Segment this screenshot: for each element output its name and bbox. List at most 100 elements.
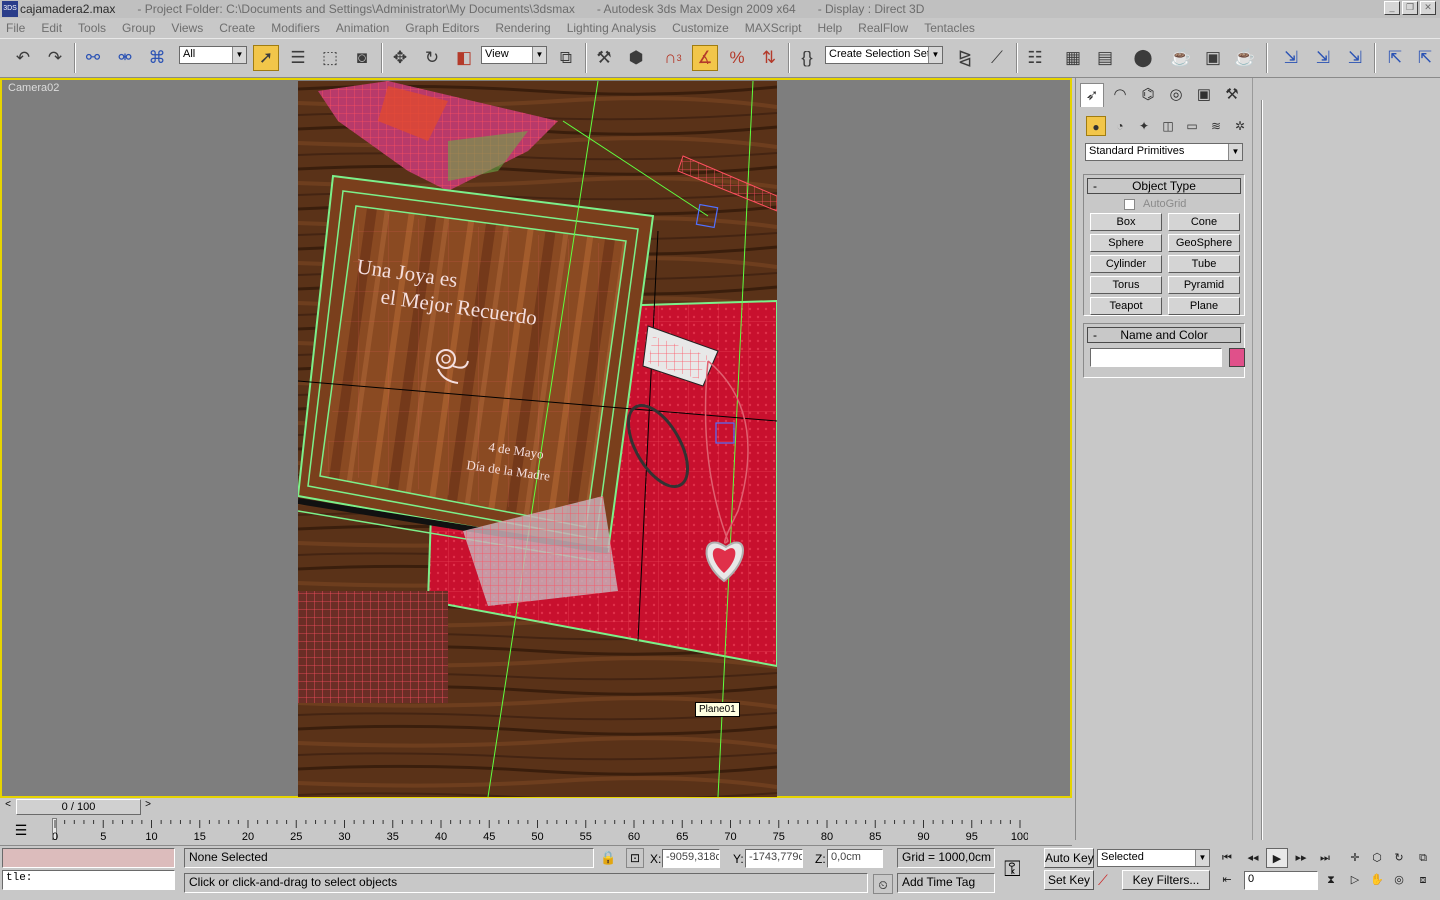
bind-to-space-warp-icon[interactable]: ⌘ — [144, 45, 170, 71]
select-and-scale-icon[interactable]: ◧ — [451, 45, 477, 71]
named-selection-sets-dropdown[interactable]: Create Selection Set ▼ — [825, 46, 943, 64]
field-of-view-icon[interactable]: ▷ — [1344, 870, 1366, 890]
viewport-label[interactable]: Camera02 — [8, 82, 59, 94]
time-tag-icon[interactable]: ⏲ — [873, 874, 893, 894]
teapot-button[interactable]: Teapot — [1090, 297, 1162, 315]
maximize-toggle-icon[interactable]: ⧈ — [1412, 870, 1434, 890]
x-coordinate-input[interactable]: -9059,318c — [662, 849, 720, 868]
lights-icon[interactable]: ✦ — [1134, 116, 1154, 136]
menu-rendering[interactable]: Rendering — [495, 21, 550, 35]
cameras-icon[interactable]: ◫ — [1158, 116, 1178, 136]
selection-filter-dropdown[interactable]: All ▼ — [179, 46, 247, 64]
edit-named-selection-icon[interactable]: {} — [794, 45, 820, 71]
select-by-name-icon[interactable]: ☰ — [285, 45, 311, 71]
zoom-all-icon[interactable]: ⬡ — [1366, 848, 1388, 868]
rectangular-selection-icon[interactable]: ⬚ — [317, 45, 343, 71]
pyramid-button[interactable]: Pyramid — [1168, 276, 1240, 294]
keyboard-shortcut-override-icon[interactable]: ⬢ — [623, 45, 649, 71]
menu-group[interactable]: Group — [122, 21, 155, 35]
pf-tool-1-icon[interactable]: ⇱ — [1382, 45, 1408, 71]
camera-viewport[interactable]: Camera02 Una Joya es el Mejor Recuerdo 4… — [0, 78, 1072, 798]
sd-tool-3-icon[interactable]: ⇲ — [1342, 45, 1368, 71]
menu-lighting-analysis[interactable]: Lighting Analysis — [567, 21, 656, 35]
motion-tab-icon[interactable]: ◎ — [1164, 83, 1188, 107]
menu-file[interactable]: File — [6, 21, 25, 35]
orbit-camera-icon[interactable]: ◎ — [1388, 870, 1410, 890]
object-color-swatch[interactable] — [1229, 348, 1245, 367]
select-object-icon[interactable]: ➚ — [253, 45, 279, 71]
autogrid-checkbox[interactable]: AutoGrid — [1124, 198, 1186, 210]
go-to-end-icon[interactable]: ⏭ — [1314, 848, 1336, 868]
previous-frame-arrow[interactable]: < — [1, 799, 15, 815]
spinner-snap-icon[interactable]: ⇅ — [756, 45, 782, 71]
render-setup-icon[interactable]: ☕ — [1168, 45, 1194, 71]
menu-views[interactable]: Views — [171, 21, 203, 35]
y-coordinate-input[interactable]: -1743,779c — [745, 849, 803, 868]
menu-graph-editors[interactable]: Graph Editors — [405, 21, 479, 35]
menu-modifiers[interactable]: Modifiers — [271, 21, 320, 35]
select-and-move-icon[interactable]: ✥ — [387, 45, 413, 71]
helpers-icon[interactable]: ▭ — [1182, 116, 1202, 136]
angle-snap-icon[interactable]: ∡ — [692, 45, 718, 71]
previous-frame-icon[interactable]: ◂◂ — [1242, 848, 1264, 868]
minimize-button[interactable]: _ — [1384, 1, 1400, 15]
percent-snap-icon[interactable]: % — [724, 45, 750, 71]
cylinder-button[interactable]: Cylinder — [1090, 255, 1162, 273]
timeline-ruler[interactable]: 0 5 10 15 20 25 30 35 40 45 50 55 60 65 70 75 80 85 90 95 10… — [53, 820, 1028, 844]
geosphere-button[interactable]: GeoSphere — [1168, 234, 1240, 252]
unlink-selection-icon[interactable]: ⚮ — [112, 45, 138, 71]
create-tab-icon[interactable]: ➶ — [1080, 83, 1104, 107]
render-region[interactable]: Una Joya es el Mejor Recuerdo 4 de Mayo … — [298, 81, 777, 797]
sd-tool-1-icon[interactable]: ⇲ — [1278, 45, 1304, 71]
key-mode-icon[interactable]: ⟋ — [1098, 872, 1108, 889]
object-name-input[interactable] — [1090, 348, 1222, 367]
undo-icon[interactable]: ↶ — [10, 45, 36, 71]
maxscript-listener-output[interactable] — [2, 848, 175, 868]
hierarchy-tab-icon[interactable]: ⌬ — [1136, 83, 1160, 107]
maximize-viewport-icon[interactable]: ⧉ — [1412, 848, 1434, 868]
pivot-center-icon[interactable]: ⧉ — [553, 45, 579, 71]
select-and-link-icon[interactable]: ⚯ — [80, 45, 106, 71]
set-key-button[interactable]: Set Key — [1044, 870, 1094, 890]
auto-key-button[interactable]: Auto Key — [1044, 848, 1094, 868]
key-selection-dropdown[interactable]: Selected ▼ — [1097, 849, 1210, 867]
restore-button[interactable]: ❐ — [1402, 1, 1418, 15]
add-time-tag[interactable]: Add Time Tag — [897, 873, 995, 893]
snaps-toggle-icon[interactable]: ∩ 3 — [660, 45, 686, 71]
utilities-tab-icon[interactable]: ⚒ — [1220, 83, 1244, 107]
primitive-category-dropdown[interactable]: Standard Primitives ▼ — [1085, 143, 1243, 161]
sphere-button[interactable]: Sphere — [1090, 234, 1162, 252]
pf-tool-2-icon[interactable]: ⇱ — [1412, 45, 1438, 71]
select-and-rotate-icon[interactable]: ↻ — [419, 45, 445, 71]
torus-button[interactable]: Torus — [1090, 276, 1162, 294]
display-tab-icon[interactable]: ▣ — [1192, 83, 1216, 107]
select-and-manipulate-icon[interactable]: ⚒ — [591, 45, 617, 71]
sd-tool-2-icon[interactable]: ⇲ — [1310, 45, 1336, 71]
menu-help[interactable]: Help — [817, 21, 842, 35]
maxscript-listener-input[interactable]: tle: — [2, 870, 175, 890]
next-frame-icon[interactable]: ▸▸ — [1290, 848, 1312, 868]
window-crossing-icon[interactable]: ◙ — [349, 45, 375, 71]
curve-editor-icon[interactable]: ▦ — [1060, 45, 1086, 71]
rendered-frame-window-icon[interactable]: ▣ — [1200, 45, 1226, 71]
scene-canvas[interactable]: Una Joya es el Mejor Recuerdo 4 de Mayo … — [298, 81, 777, 797]
menu-create[interactable]: Create — [219, 21, 255, 35]
box-button[interactable]: Box — [1090, 213, 1162, 231]
pan-view-icon[interactable]: ✋ — [1366, 870, 1388, 890]
absolute-mode-transform-icon[interactable]: ⊡ — [626, 848, 644, 868]
z-coordinate-input[interactable]: 0,0cm — [827, 849, 883, 868]
lock-icon[interactable]: 🔒 — [600, 850, 616, 866]
modify-tab-icon[interactable]: ◠ — [1108, 83, 1132, 107]
redo-icon[interactable]: ↷ — [42, 45, 68, 71]
schematic-view-icon[interactable]: ▤ — [1092, 45, 1118, 71]
cone-button[interactable]: Cone — [1168, 213, 1240, 231]
set-keys-key-icon[interactable]: ⚿ — [1004, 856, 1021, 882]
menu-customize[interactable]: Customize — [672, 21, 729, 35]
menu-realflow[interactable]: RealFlow — [858, 21, 908, 35]
timeline[interactable]: ☰ 0 5 10 15 20 25 30 35 40 45 50 55 60 65 70 75 80 85 90 95… — [0, 818, 1072, 846]
time-configuration-icon[interactable]: ⧗ — [1320, 870, 1342, 890]
open-mini-curve-editor-icon[interactable]: ☰ — [10, 822, 32, 840]
key-mode-toggle-icon[interactable]: ⇤ — [1216, 870, 1238, 890]
menu-tools[interactable]: Tools — [78, 21, 106, 35]
quick-render-icon[interactable]: ☕ — [1232, 45, 1258, 71]
